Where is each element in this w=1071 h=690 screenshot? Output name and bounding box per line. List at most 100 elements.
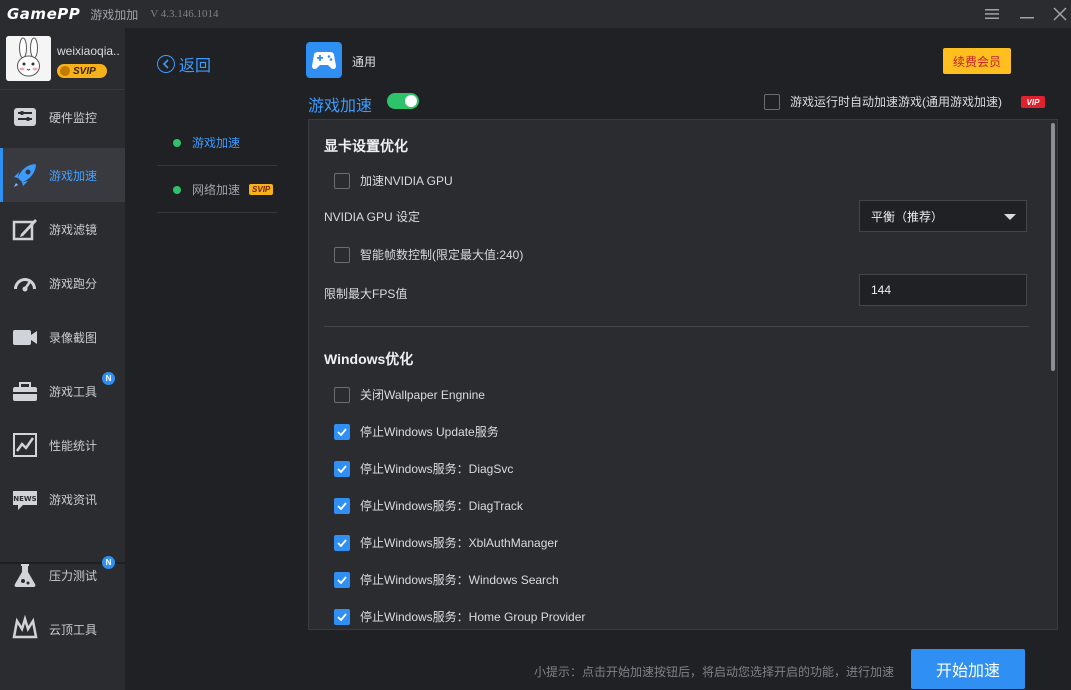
windows-section-title: Windows优化 (324, 351, 414, 367)
app-name: 游戏加加 (90, 7, 139, 22)
windows-option[interactable]: 停止Windows服务：XblAuthManager (334, 534, 558, 551)
app-window: GamePP 游戏加加 V 4.3.146.1014 weixiaoqia.. … (0, 0, 1071, 690)
subnav-item-network-accel[interactable]: 网络加速 SVIP (157, 167, 277, 213)
sidebar-item-tft-tools[interactable]: 云顶工具 (0, 602, 125, 656)
auto-accel-option[interactable]: 游戏运行时自动加速游戏(通用游戏加速) (764, 93, 1002, 110)
sidebar-item-game-tools[interactable]: 游戏工具 N (0, 364, 125, 418)
sidebar-item-label: 游戏跑分 (49, 276, 98, 291)
camera-icon (13, 330, 37, 345)
scrollbar-thumb[interactable] (1051, 123, 1055, 371)
sidebar-item-stress-test[interactable]: 压力测试 N (0, 548, 125, 602)
gpu-section-title: 显卡设置优化 (324, 138, 408, 154)
section-divider (324, 326, 1029, 327)
close-icon[interactable] (1050, 4, 1070, 24)
sidebar-item-perf-stats[interactable]: 性能统计 (0, 418, 125, 472)
sidebar-item-game-news[interactable]: NEWS 游戏资讯 (0, 472, 125, 526)
chevron-left-icon (157, 55, 175, 73)
svip-badge-label: SVIP (73, 65, 96, 77)
sidebar-item-label: 游戏工具 (49, 384, 98, 399)
speedometer-icon (14, 278, 36, 292)
avatar[interactable] (6, 36, 51, 81)
accel-nvidia-option[interactable]: 加速NVIDIA GPU (334, 172, 453, 189)
vip-tag: VIP (1021, 96, 1045, 108)
smart-fps-checkbox[interactable] (334, 246, 350, 263)
chevron-down-icon (1004, 214, 1016, 220)
flask-icon (14, 564, 36, 587)
windows-option[interactable]: 停止Windows服务：DiagSvc (334, 460, 513, 477)
toolbox-icon (13, 382, 37, 401)
option-checkbox[interactable] (334, 386, 350, 403)
sidebar-item-game-accel[interactable]: 游戏加速 (0, 148, 125, 202)
smart-fps-label: 智能帧数控制(限定最大值:240) (360, 248, 524, 262)
option-checkbox[interactable] (334, 608, 350, 625)
nvidia-setting-select[interactable]: 平衡（推荐） (859, 200, 1027, 232)
sidebar-item-record-screenshot[interactable]: 录像截图 (0, 310, 125, 364)
username: weixiaoqia.. (57, 44, 120, 58)
start-accel-button[interactable]: 开始加速 (911, 649, 1025, 689)
minimize-icon[interactable] (1017, 4, 1037, 24)
windows-option[interactable]: 关闭Wallpaper Engnine (334, 386, 485, 403)
section-title: 游戏加速 (308, 98, 373, 115)
sidebar: weixiaoqia.. SVIP 硬件监控 游戏加速 游戏滤镜 游戏跑分 录像… (0, 28, 125, 690)
sidebar-item-label: 录像截图 (49, 330, 98, 345)
settings-panel (308, 119, 1058, 630)
subnav-item-game-accel[interactable]: 游戏加速 (157, 120, 277, 166)
auto-accel-checkbox[interactable] (764, 93, 780, 110)
subnav-item-label: 网络加速 (192, 183, 241, 197)
title-bar: GamePP 游戏加加 V 4.3.146.1014 (0, 0, 1071, 28)
smart-fps-option[interactable]: 智能帧数控制(限定最大值:240) (334, 246, 523, 263)
rocket-icon (14, 164, 36, 187)
option-label: 停止Windows服务：XblAuthManager (360, 536, 559, 550)
sidebar-item-benchmark[interactable]: 游戏跑分 (0, 256, 125, 310)
user-profile[interactable]: weixiaoqia.. SVIP (0, 28, 125, 90)
menu-icon[interactable] (982, 4, 1002, 24)
new-badge: N (102, 372, 115, 385)
nvidia-setting-value: 平衡（推荐） (871, 209, 944, 224)
windows-option[interactable]: 停止Windows Update服务 (334, 423, 499, 440)
sidebar-item-game-filter[interactable]: 游戏滤镜 (0, 202, 125, 256)
max-fps-label: 限制最大FPS值 (324, 287, 408, 301)
option-checkbox[interactable] (334, 497, 350, 514)
windows-option[interactable]: 停止Windows服务：DiagTrack (334, 497, 523, 514)
news-icon: NEWS (13, 491, 37, 510)
chart-icon (13, 433, 37, 457)
option-checkbox[interactable] (334, 534, 350, 551)
status-dot (173, 138, 181, 147)
sidebar-item-hardware-monitor[interactable]: 硬件监控 (0, 90, 125, 144)
svg-text:NEWS: NEWS (13, 495, 36, 503)
back-label: 返回 (179, 58, 212, 75)
sidebar-item-label: 云顶工具 (49, 622, 98, 637)
option-checkbox[interactable] (334, 460, 350, 477)
category-label: 通用 (352, 55, 377, 69)
windows-option[interactable]: 停止Windows服务：Home Group Provider (334, 608, 585, 625)
tip-text: 小提示：点击开始加速按钮后，将启动您选择开启的功能，进行加速 (534, 665, 895, 679)
game-accel-toggle[interactable] (387, 93, 419, 109)
hardware-monitor-icon (14, 108, 36, 126)
sidebar-item-label: 游戏加速 (49, 168, 98, 183)
max-fps-value: 144 (871, 283, 892, 297)
option-checkbox[interactable] (334, 423, 350, 440)
auto-accel-label: 游戏运行时自动加速游戏(通用游戏加速) (790, 95, 1002, 109)
windows-option[interactable]: 停止Windows服务：Windows Search (334, 571, 559, 588)
sidebar-item-label: 性能统计 (49, 438, 98, 453)
sidebar-item-label: 游戏滤镜 (49, 222, 98, 237)
option-label: 停止Windows服务：DiagSvc (360, 462, 514, 476)
option-label: 停止Windows Update服务 (360, 425, 499, 439)
gamepad-icon (306, 42, 342, 78)
max-fps-input[interactable]: 144 (859, 274, 1027, 306)
option-checkbox[interactable] (334, 571, 350, 588)
crown-icon (12, 615, 38, 639)
option-label: 停止Windows服务：Windows Search (360, 573, 559, 587)
back-button[interactable]: 返回 (157, 52, 211, 76)
nvidia-setting-label: NVIDIA GPU 设定 (324, 210, 421, 224)
sidebar-item-label: 压力测试 (49, 568, 98, 583)
sidebar-item-label: 游戏资讯 (49, 492, 98, 507)
crown-icon (60, 66, 70, 76)
status-dot (173, 185, 181, 194)
svip-badge: SVIP (57, 64, 107, 78)
accel-nvidia-label: 加速NVIDIA GPU (360, 174, 453, 188)
renew-membership-button[interactable]: 续费会员 (943, 48, 1011, 74)
toggle-knob (405, 95, 417, 107)
new-badge: N (102, 556, 115, 569)
accel-nvidia-checkbox[interactable] (334, 172, 350, 189)
